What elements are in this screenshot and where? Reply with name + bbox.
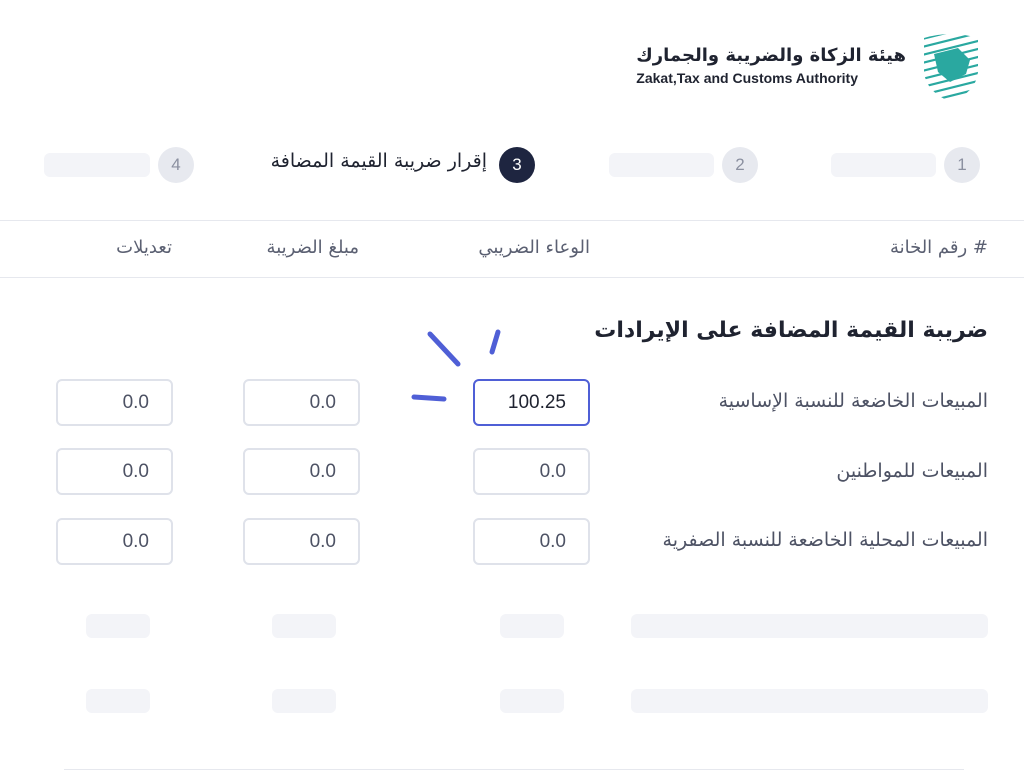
skeleton-cell <box>500 614 564 638</box>
tax-amount-input-citizen-sales[interactable]: 0.0 <box>243 448 360 495</box>
column-header-adjustments: تعديلات <box>116 237 172 258</box>
skeleton-cell <box>86 689 150 713</box>
section-title: ضريبة القيمة المضافة على الإيرادات <box>594 318 988 343</box>
skeleton-cell <box>272 614 336 638</box>
tax-amount-input-standard-rated[interactable]: 0.0 <box>243 379 360 426</box>
skeleton-cell <box>272 689 336 713</box>
footer-divider <box>64 769 964 770</box>
row-label-standard-rated-sales: المبيعات الخاضعة للنسبة الإساسية <box>718 390 988 412</box>
step-1-indicator[interactable]: 1 <box>944 147 980 183</box>
column-header-box-number: # رقم الخانة <box>889 237 988 258</box>
row-label-citizen-sales: المبيعات للمواطنين <box>836 460 988 482</box>
tax-amount-input-zero-rated[interactable]: 0.0 <box>243 518 360 565</box>
skeleton-row-label <box>631 689 988 713</box>
skeleton-cell <box>500 689 564 713</box>
step-3-label: إقرار ضريبة القيمة المضافة <box>270 150 487 172</box>
row-label-zero-rated-sales: المبيعات المحلية الخاضعة للنسبة الصفرية <box>662 529 988 551</box>
column-header-tax-amount: مبلغ الضريبة <box>266 237 359 258</box>
table-header-divider <box>0 277 1024 278</box>
step-2-indicator[interactable]: 2 <box>722 147 758 183</box>
header-divider <box>0 220 1024 221</box>
org-name: هيئة الزكاة والضريبة والجمارك Zakat,Tax … <box>636 44 906 88</box>
column-header-tax-base: الوعاء الضريبي <box>478 237 590 258</box>
adjustments-input-standard-rated[interactable]: 0.0 <box>56 379 173 426</box>
step-4-indicator[interactable]: 4 <box>158 147 194 183</box>
tax-base-input-citizen-sales[interactable]: 0.0 <box>473 448 590 495</box>
skeleton-row-label <box>631 614 988 638</box>
skeleton-cell <box>86 614 150 638</box>
highlight-spark-icon <box>411 329 501 402</box>
step-2-label-placeholder <box>609 153 714 177</box>
org-name-english: Zakat,Tax and Customs Authority <box>636 70 858 86</box>
org-name-arabic: هيئة الزكاة والضريبة والجمارك <box>636 45 906 66</box>
tax-base-input-zero-rated[interactable]: 0.0 <box>473 518 590 565</box>
zatca-logo-icon <box>920 32 982 104</box>
step-4-label-placeholder <box>44 153 150 177</box>
step-1-label-placeholder <box>831 153 936 177</box>
adjustments-input-zero-rated[interactable]: 0.0 <box>56 518 173 565</box>
adjustments-input-citizen-sales[interactable]: 0.0 <box>56 448 173 495</box>
step-3-indicator[interactable]: 3 <box>499 147 535 183</box>
